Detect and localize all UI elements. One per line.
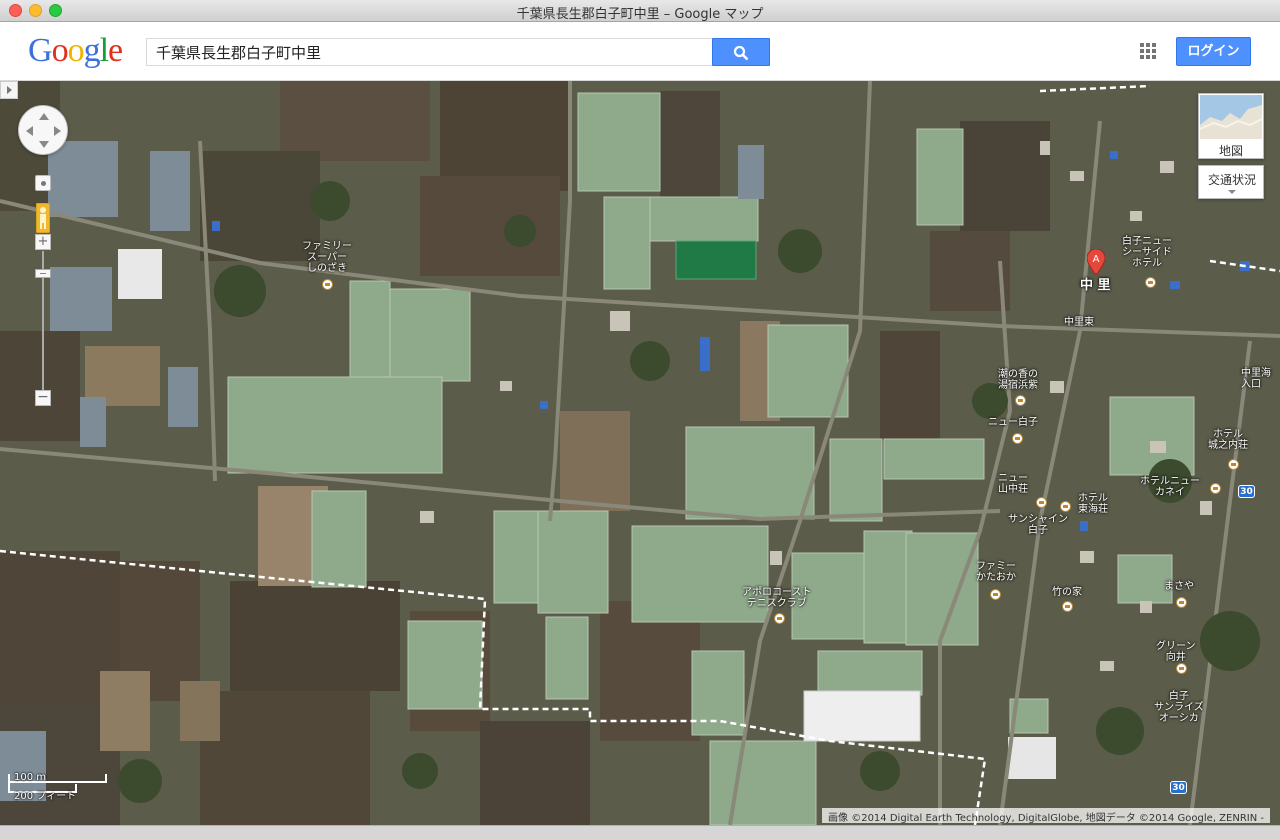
logo-letter: o — [51, 32, 69, 69]
poi-label[interactable]: 中里東 — [1064, 317, 1094, 328]
poi-label[interactable]: グリーン 向井 — [1156, 641, 1196, 663]
hotel-icon[interactable] — [1062, 601, 1073, 612]
traffic-layer-button[interactable]: 交通状況 — [1198, 165, 1264, 199]
scale-bar: 100 m 200 フィート — [8, 770, 128, 802]
poi-label[interactable]: 中里海 入口 — [1241, 368, 1271, 390]
google-logo[interactable]: Google — [28, 32, 123, 70]
map-layer-label: 地図 — [1218, 144, 1243, 158]
route-shield: 30 — [1238, 485, 1255, 498]
pegman-icon[interactable] — [36, 203, 50, 233]
title-bar: 千葉県長生郡白子町中里 – Google マップ — [0, 0, 1280, 22]
hotel-icon[interactable] — [1210, 483, 1221, 494]
hotel-icon[interactable] — [1015, 395, 1026, 406]
pan-up-icon[interactable] — [39, 113, 49, 120]
hotel-icon[interactable] — [1145, 277, 1156, 288]
poi-label[interactable]: 白子 サンライズ オーシカ — [1154, 691, 1204, 724]
window-title: 千葉県長生郡白子町中里 – Google マップ — [516, 7, 764, 22]
logo-letter: g — [83, 32, 101, 69]
poi-label[interactable]: 白子ニュー シーサイド ホテル — [1122, 236, 1172, 269]
restaurant-icon[interactable] — [1036, 497, 1047, 508]
route-shield: 30 — [1170, 781, 1187, 794]
google-header: Google ログイン — [0, 22, 1280, 81]
scale-imperial: 200 フィート — [14, 791, 77, 802]
logo-letter: G — [28, 32, 53, 69]
logo-letter: o — [67, 32, 85, 69]
search-icon — [733, 45, 749, 61]
login-button[interactable]: ログイン — [1176, 37, 1251, 66]
hotel-icon[interactable] — [990, 589, 1001, 600]
poi-label[interactable]: ホテル 東海荘 — [1078, 493, 1108, 515]
hotel-icon[interactable] — [1176, 597, 1187, 608]
poi-label[interactable]: アポロコースト テニスクラブ — [742, 587, 812, 609]
browser-window: 千葉県長生郡白子町中里 – Google マップ Google ログイン — [0, 0, 1280, 839]
logo-letter: l — [99, 32, 110, 69]
apps-grid-icon[interactable] — [1140, 43, 1156, 59]
poi-label[interactable]: ホテル 城之内荘 — [1208, 429, 1248, 451]
zoom-slider-thumb[interactable] — [35, 269, 51, 278]
poi-label[interactable]: ホテルニュー カネイ — [1140, 476, 1200, 498]
pan-left-icon[interactable] — [26, 126, 33, 136]
satellite-map[interactable]: ファミリー スーパー しのざき 白子ニュー シーサイド ホテル 中里東 潮の香の… — [0, 81, 1280, 825]
scale-metric: 100 m — [14, 772, 47, 783]
window-bottom-bar — [0, 825, 1280, 839]
hotel-icon[interactable] — [1176, 663, 1187, 674]
map-layer-switch[interactable]: 地図 — [1198, 93, 1264, 159]
search-button[interactable] — [712, 38, 770, 66]
sports-icon[interactable] — [774, 613, 785, 624]
traffic-label: 交通状況 — [1207, 173, 1256, 187]
map-thumbnail — [1200, 95, 1262, 139]
poi-label[interactable]: 竹の家 — [1052, 587, 1082, 598]
hotel-icon[interactable] — [1060, 501, 1071, 512]
logo-letter: e — [108, 32, 123, 69]
marker-letter: A — [1093, 254, 1100, 265]
poi-label[interactable]: ニュー 山中荘 — [998, 473, 1028, 495]
location-marker-icon[interactable]: A — [1087, 249, 1105, 275]
pan-control[interactable] — [18, 105, 68, 155]
zoom-out-button[interactable]: − — [35, 390, 51, 406]
poi-label[interactable]: ファミー かたおか — [976, 561, 1016, 583]
search-input[interactable] — [146, 38, 713, 66]
poi-label[interactable]: サンシャイン 白子 — [1008, 514, 1068, 536]
hotel-icon[interactable] — [1012, 433, 1023, 444]
hotel-icon[interactable] — [1228, 459, 1239, 470]
collapse-panel-button[interactable] — [0, 81, 18, 99]
poi-label[interactable]: まさや — [1164, 581, 1194, 592]
map-copyright[interactable]: 画像 ©2014 Digital Earth Technology, Digit… — [822, 808, 1270, 824]
my-location-button[interactable] — [35, 175, 51, 191]
pan-right-icon[interactable] — [54, 126, 61, 136]
poi-label[interactable]: 潮の香の 湯宿浜紫 — [998, 369, 1038, 391]
zoom-in-button[interactable]: + — [35, 234, 51, 250]
poi-label[interactable]: ファミリー スーパー しのざき — [302, 241, 352, 274]
satellite-imagery — [0, 81, 1280, 825]
poi-label[interactable]: ニュー白子 — [988, 417, 1038, 428]
pan-down-icon[interactable] — [39, 141, 49, 148]
shop-icon[interactable] — [322, 279, 333, 290]
marker-label: 中 里 — [1080, 278, 1111, 293]
